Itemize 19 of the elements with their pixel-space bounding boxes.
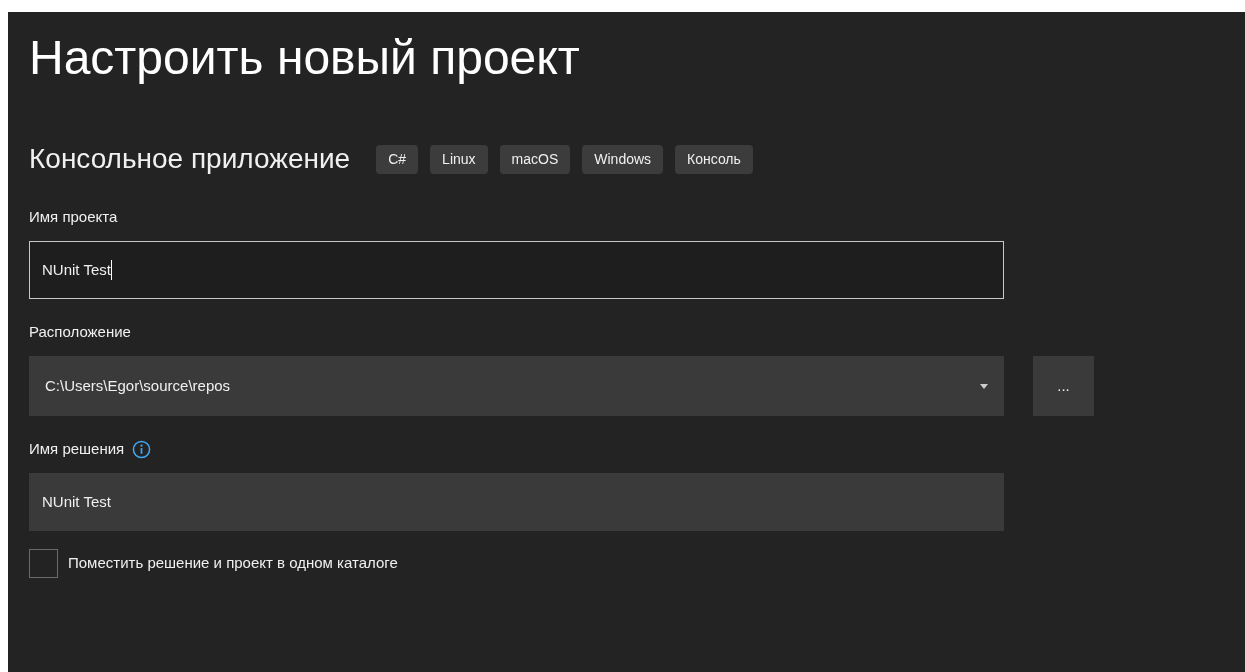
tag: C# [376, 144, 419, 174]
browse-button[interactable]: ... [1033, 356, 1094, 416]
field-label: Расположение [29, 321, 131, 342]
tag: Консоль [675, 144, 753, 174]
text-input-field[interactable]: NUnit Test [29, 241, 1004, 299]
tag: Linux [430, 144, 488, 174]
page-title: Настроить новый проект [29, 34, 581, 86]
info-icon[interactable] [132, 439, 152, 459]
field-label: Имя решения [29, 438, 125, 459]
text-input-field[interactable]: NUnit Test [29, 473, 1004, 531]
location-dropdown[interactable]: C:\Users\Egor\source\repos [29, 356, 1004, 416]
field-label: Имя проекта [29, 206, 118, 227]
checkbox-label: Поместить решение и проект в одном каталоге [68, 553, 398, 574]
tag: Windows [582, 144, 664, 174]
checkbox[interactable] [29, 549, 58, 578]
tag: macOS [499, 144, 571, 174]
caret-icon [980, 383, 988, 389]
text-caret [110, 260, 112, 280]
template-name: Консольное приложение [29, 142, 351, 176]
